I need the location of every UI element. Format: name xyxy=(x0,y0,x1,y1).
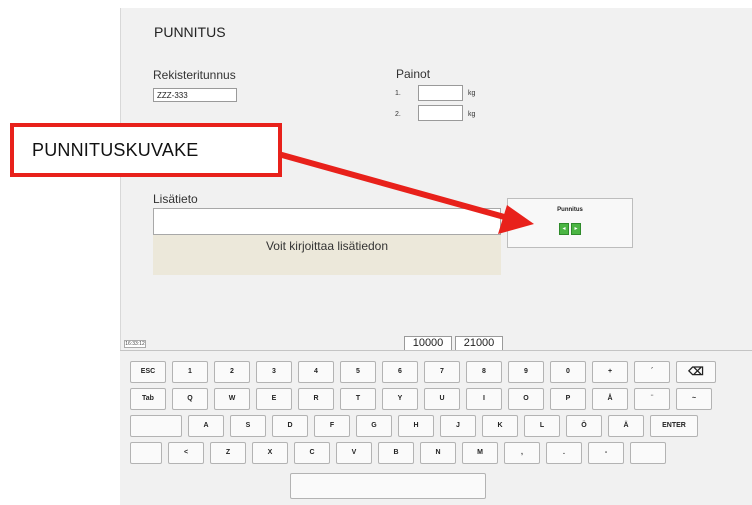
key-å[interactable]: Å xyxy=(592,388,628,410)
notes-hint-box: Voit kirjoittaa lisätiedon xyxy=(153,235,501,275)
key-enter[interactable]: ENTER xyxy=(650,415,698,437)
key-2[interactable]: 2 xyxy=(214,361,250,383)
weigh-button[interactable]: Punnitus ◂ ▸ xyxy=(507,198,633,248)
key-p[interactable]: P xyxy=(550,388,586,410)
weight-input-1[interactable] xyxy=(418,85,463,101)
key-0[interactable]: 0 xyxy=(550,361,586,383)
weight-input-2[interactable] xyxy=(418,105,463,121)
weight-row-1-number: 1. xyxy=(395,90,401,97)
notes-label: Lisätieto xyxy=(153,192,198,206)
registration-input[interactable]: ZZZ-333 xyxy=(153,88,237,102)
key-8[interactable]: 8 xyxy=(466,361,502,383)
key-,[interactable]: , xyxy=(504,442,540,464)
key-u[interactable]: U xyxy=(424,388,460,410)
status-value-2: 21000 xyxy=(455,336,503,351)
key-+[interactable]: + xyxy=(592,361,628,383)
key-o[interactable]: O xyxy=(508,388,544,410)
key-q[interactable]: Q xyxy=(172,388,208,410)
key-k[interactable]: K xyxy=(482,415,518,437)
key-z[interactable]: Z xyxy=(210,442,246,464)
key-a[interactable]: A xyxy=(188,415,224,437)
clock-display: 16:33:12 xyxy=(124,340,146,348)
key-e[interactable]: E xyxy=(256,388,292,410)
status-value-1: 10000 xyxy=(404,336,452,351)
key-3[interactable]: 3 xyxy=(256,361,292,383)
key-blank[interactable] xyxy=(630,442,666,464)
key-tab[interactable]: Tab xyxy=(130,388,166,410)
key-7[interactable]: 7 xyxy=(424,361,460,383)
registration-label: Rekisteritunnus xyxy=(153,68,236,82)
key-f[interactable]: F xyxy=(314,415,350,437)
key-blank[interactable] xyxy=(130,442,162,464)
key-x[interactable]: X xyxy=(252,442,288,464)
key-w[interactable]: W xyxy=(214,388,250,410)
key-esc[interactable]: ESC xyxy=(130,361,166,383)
key-g[interactable]: G xyxy=(356,415,392,437)
key-1[interactable]: 1 xyxy=(172,361,208,383)
key-v[interactable]: V xyxy=(336,442,372,464)
key-9[interactable]: 9 xyxy=(508,361,544,383)
notes-input[interactable] xyxy=(153,208,501,235)
key-r[interactable]: R xyxy=(298,388,334,410)
callout-box: PUNNITUSKUVAKE xyxy=(10,123,282,177)
key-4[interactable]: 4 xyxy=(298,361,334,383)
key-space[interactable] xyxy=(290,473,486,499)
key-y[interactable]: Y xyxy=(382,388,418,410)
weigh-button-label: Punnitus xyxy=(557,207,583,213)
key-backspace[interactable]: ⌫ xyxy=(676,361,716,383)
key-i[interactable]: I xyxy=(466,388,502,410)
page-title: PUNNITUS xyxy=(154,24,226,40)
key-5[interactable]: 5 xyxy=(340,361,376,383)
key-.[interactable]: . xyxy=(546,442,582,464)
scale-icon: ◂ ▸ xyxy=(559,223,581,235)
key-m[interactable]: M xyxy=(462,442,498,464)
key-´[interactable]: ´ xyxy=(634,361,670,383)
weights-label: Painot xyxy=(396,67,431,81)
key-blank[interactable] xyxy=(130,415,182,437)
key-~[interactable]: ~ xyxy=(676,388,712,410)
key--[interactable]: - xyxy=(588,442,624,464)
key-¨[interactable]: ¨ xyxy=(634,388,670,410)
weight-row-2-number: 2. xyxy=(395,111,401,118)
key-t[interactable]: T xyxy=(340,388,376,410)
on-screen-keyboard: ESC 1 2 3 4 5 6 7 8 9 0 + ´ ⌫ Tab Q W E R T Y U I O P Å ¨ ~ A S D F G H J K… xyxy=(120,350,752,505)
key-n[interactable]: N xyxy=(420,442,456,464)
key-l[interactable]: L xyxy=(524,415,560,437)
callout-text: PUNNITUSKUVAKE xyxy=(32,140,199,160)
key-c[interactable]: C xyxy=(294,442,330,464)
key-6[interactable]: 6 xyxy=(382,361,418,383)
weight-row-2-unit: kg xyxy=(468,111,476,118)
weight-row-1-unit: kg xyxy=(468,90,476,97)
key-j[interactable]: J xyxy=(440,415,476,437)
key-<[interactable]: < xyxy=(168,442,204,464)
key-d[interactable]: D xyxy=(272,415,308,437)
notes-hint-text: Voit kirjoittaa lisätiedon xyxy=(265,239,389,253)
key-s[interactable]: S xyxy=(230,415,266,437)
key-b[interactable]: B xyxy=(378,442,414,464)
key-ö[interactable]: Ö xyxy=(566,415,602,437)
key-h[interactable]: H xyxy=(398,415,434,437)
backspace-icon: ⌫ xyxy=(688,366,704,378)
key-ä[interactable]: Ä xyxy=(608,415,644,437)
